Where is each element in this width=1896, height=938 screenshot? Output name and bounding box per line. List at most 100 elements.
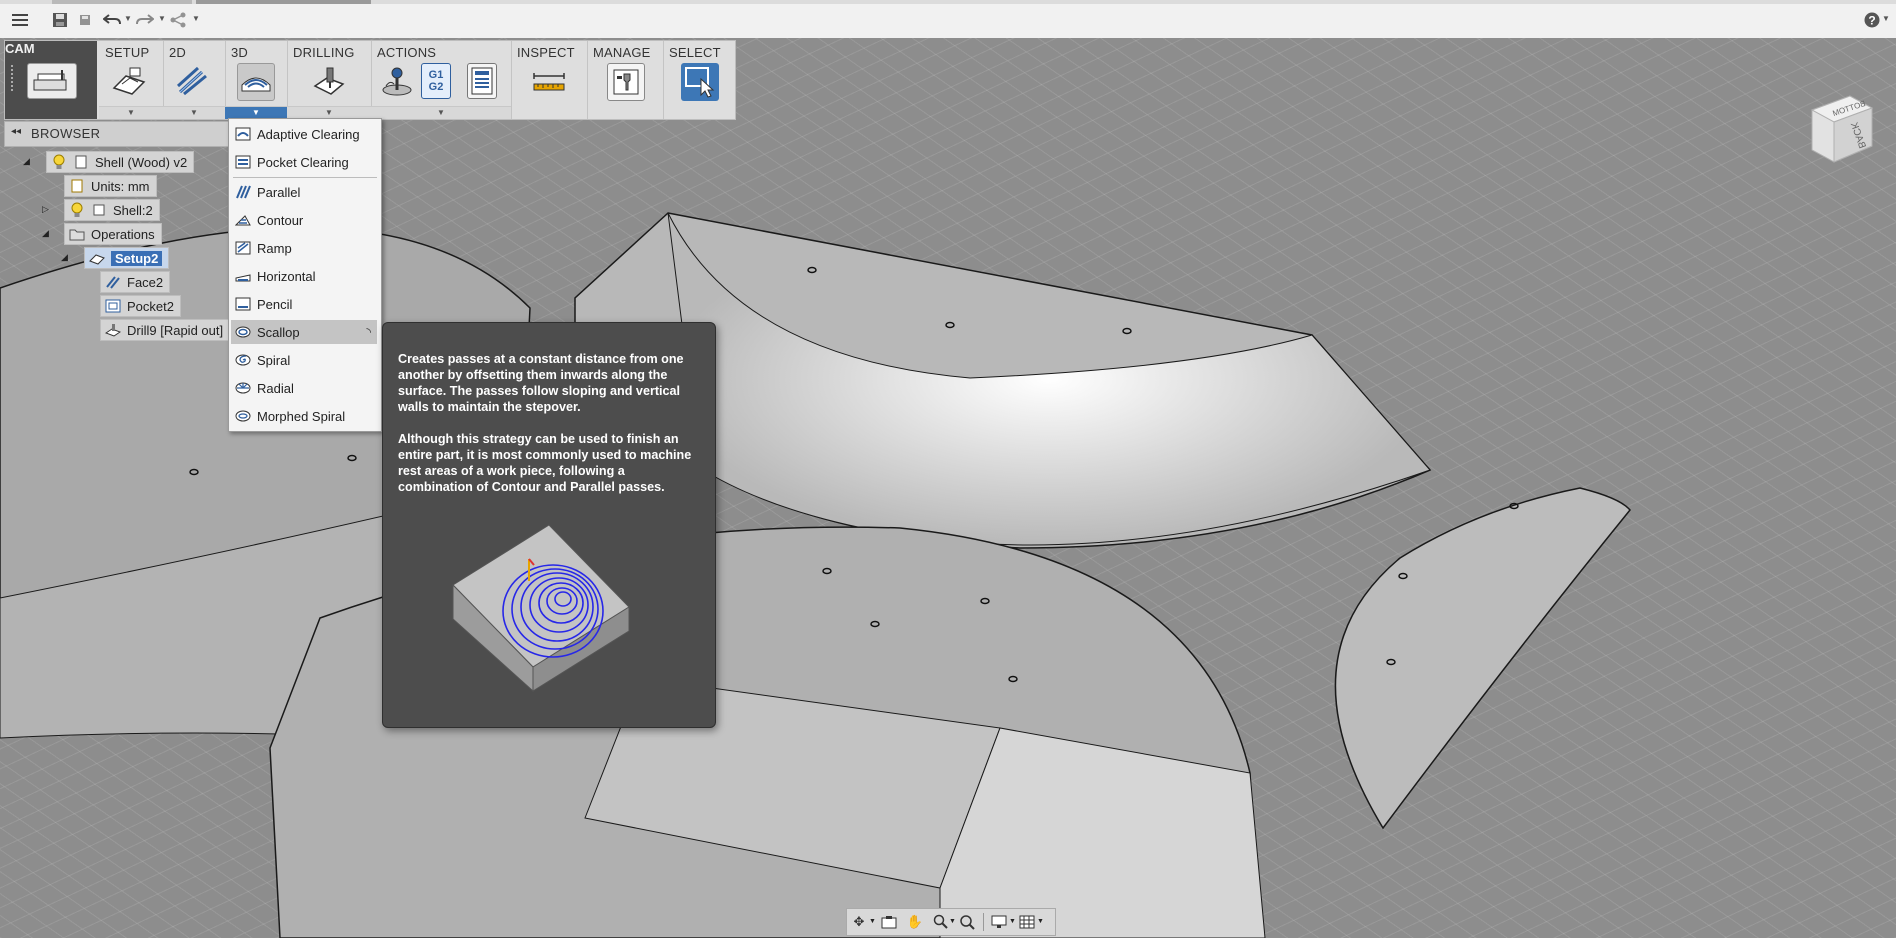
grid-settings-icon[interactable] xyxy=(1017,913,1037,931)
visibility-bulb-icon[interactable] xyxy=(69,202,85,218)
look-at-icon[interactable] xyxy=(879,913,899,931)
menu-item-ramp[interactable]: Ramp xyxy=(231,236,377,260)
menu-item-morphed-spiral[interactable]: Morphed Spiral xyxy=(231,404,377,428)
menu-item-pencil[interactable]: Pencil xyxy=(231,292,377,316)
spiral-icon xyxy=(235,353,251,367)
tree-node-label: Face2 xyxy=(127,274,164,290)
ramp-icon xyxy=(235,241,251,255)
drill-icon[interactable] xyxy=(311,63,347,99)
visibility-bulb-icon[interactable] xyxy=(51,154,67,170)
tooltip-description: Creates passes at a constant distance fr… xyxy=(398,352,684,414)
toolbar-group-setup[interactable]: SETUP ▼ xyxy=(99,41,164,119)
tree-node-setup[interactable]: Setup2 xyxy=(84,247,170,269)
view-cube[interactable]: BOTTOM BACK xyxy=(1806,92,1876,168)
toolbar-group-inspect[interactable]: INSPECT xyxy=(511,41,588,119)
setup-icon[interactable] xyxy=(111,63,147,99)
collapse-browser-icon[interactable]: ◂◂ xyxy=(11,126,21,137)
undo-dropdown-icon[interactable]: ▼ xyxy=(124,14,132,23)
menu-item-label: Morphed Spiral xyxy=(257,408,346,424)
menu-item-scallop[interactable]: Scallop ◝ xyxy=(231,320,377,344)
toolbar-group-label: ACTIONS xyxy=(377,45,437,60)
toolbar-group-label: 3D xyxy=(231,45,249,60)
document-icon xyxy=(73,154,89,170)
zoom-icon[interactable] xyxy=(931,913,951,931)
expand-toggle-icon[interactable]: ◢ xyxy=(23,156,30,167)
menu-icon[interactable] xyxy=(10,10,30,30)
setup-dropdown-icon[interactable]: ▼ xyxy=(99,106,163,119)
toolbar-group-3d[interactable]: 3D ▼ xyxy=(225,41,288,119)
undo-icon[interactable] xyxy=(102,10,122,30)
2d-adaptive-icon[interactable] xyxy=(175,63,211,99)
expand-toggle-icon[interactable]: ◢ xyxy=(42,228,49,239)
measure-icon[interactable] xyxy=(531,63,567,99)
menu-item-contour[interactable]: Contour xyxy=(231,208,377,232)
workspace-switcher[interactable]: CAM xyxy=(5,41,97,119)
menu-item-spiral[interactable]: Spiral xyxy=(231,348,377,372)
document-tab[interactable] xyxy=(52,0,192,4)
help-icon[interactable]: ? xyxy=(1862,10,1882,30)
share-dropdown-icon[interactable]: ▼ xyxy=(192,14,200,23)
menu-item-parallel[interactable]: Parallel xyxy=(231,180,377,204)
gcode-label: G1 G2 xyxy=(428,69,444,93)
grid-settings-dropdown-icon[interactable]: ▼ xyxy=(1037,918,1044,925)
face-operation-icon xyxy=(105,274,121,290)
tree-node-document[interactable]: Shell (Wood) v2 xyxy=(46,151,195,173)
browser-title: BROWSER xyxy=(31,126,101,141)
actions-dropdown-icon[interactable]: ▼ xyxy=(371,106,511,119)
zoom-dropdown-icon[interactable]: ▼ xyxy=(949,918,956,925)
toolbar-group-label: DRILLING xyxy=(293,45,355,60)
select-icon[interactable] xyxy=(681,63,719,101)
toolbar-group-select[interactable]: SELECT xyxy=(663,41,735,119)
document-tab-active[interactable] xyxy=(196,0,371,4)
toolbar-group-actions[interactable]: ACTIONS G1 G2 ▼ xyxy=(371,41,512,119)
save-icon[interactable] xyxy=(50,10,70,30)
tree-node-operation[interactable]: Face2 xyxy=(100,271,171,293)
menu-item-pocket-clearing[interactable]: Pocket Clearing xyxy=(231,150,377,174)
title-bar: ▼ ▼ ▼ ? ▼ xyxy=(0,0,1896,39)
workspace-label[interactable]: CAM xyxy=(5,41,35,56)
toolbar-group-drilling[interactable]: DRILLING ▼ xyxy=(287,41,372,119)
setup-sheet-icon[interactable] xyxy=(467,63,497,99)
orbit-dropdown-icon[interactable]: ▼ xyxy=(869,918,876,925)
tree-node-operation[interactable]: Drill9 [Rapid out] xyxy=(100,319,231,341)
browser-panel-header[interactable]: ◂◂ BROWSER xyxy=(4,121,230,147)
redo-dropdown-icon[interactable]: ▼ xyxy=(158,14,166,23)
menu-item-label: Contour xyxy=(257,212,304,228)
radial-icon xyxy=(235,381,251,395)
menu-item-adaptive-clearing[interactable]: Adaptive Clearing xyxy=(231,122,377,146)
toolbar-grip-icon[interactable] xyxy=(11,65,17,91)
toolbar-group-manage[interactable]: MANAGE xyxy=(587,41,664,119)
simulate-icon[interactable] xyxy=(379,63,415,99)
toolbar-group-label: SETUP xyxy=(105,45,150,60)
navbar-divider xyxy=(983,913,984,931)
toolbar-group-label: 2D xyxy=(169,45,187,60)
collapse-toggle-icon[interactable]: ▷ xyxy=(42,204,49,215)
cam-workspace-icon[interactable] xyxy=(27,63,77,99)
orbit-icon[interactable]: ✥ xyxy=(849,913,869,931)
menu-item-label: Spiral xyxy=(257,352,291,368)
tree-node-model[interactable]: Shell:2 xyxy=(64,199,160,221)
toolbar-group-2d[interactable]: 2D ▼ xyxy=(163,41,226,119)
tree-node-operation[interactable]: Pocket2 xyxy=(100,295,181,317)
toolbar-group-label: MANAGE xyxy=(593,45,651,60)
menu-item-radial[interactable]: Radial xyxy=(231,376,377,400)
fit-icon[interactable] xyxy=(957,913,977,931)
expand-toggle-icon[interactable]: ◢ xyxy=(61,252,68,263)
help-dropdown-icon[interactable]: ▼ xyxy=(1882,14,1890,23)
3d-adaptive-icon[interactable] xyxy=(237,63,275,101)
menu-item-horizontal[interactable]: Horizontal xyxy=(231,264,377,288)
tree-node-units[interactable]: Units: mm xyxy=(64,175,157,197)
3d-strategy-menu: Adaptive Clearing Pocket Clearing Parall… xyxy=(228,118,382,432)
menu-item-label: Scallop xyxy=(257,324,300,340)
2d-dropdown-icon[interactable]: ▼ xyxy=(163,106,225,119)
scallop-icon xyxy=(235,325,251,339)
tree-node-operations[interactable]: Operations xyxy=(64,223,162,245)
redo-icon[interactable] xyxy=(135,10,155,30)
pan-icon[interactable]: ✋ xyxy=(905,913,925,931)
share-icon[interactable] xyxy=(168,10,188,30)
post-process-icon[interactable]: G1 G2 xyxy=(421,63,451,99)
display-settings-dropdown-icon[interactable]: ▼ xyxy=(1009,918,1016,925)
save-all-icon[interactable] xyxy=(75,10,95,30)
display-settings-icon[interactable] xyxy=(989,913,1009,931)
tool-library-icon[interactable] xyxy=(607,63,645,101)
